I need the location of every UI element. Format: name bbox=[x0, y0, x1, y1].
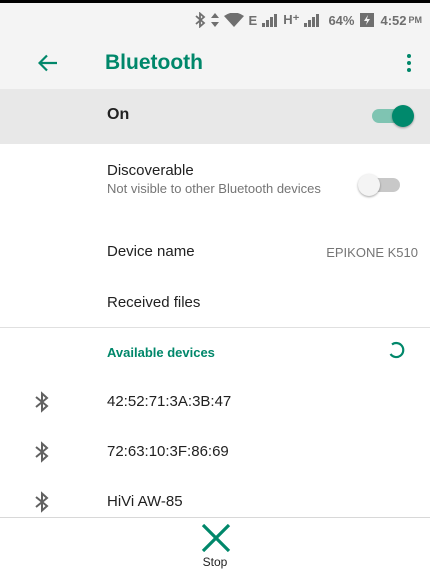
status-time: 4:52 PM bbox=[380, 13, 422, 28]
app-bar: Bluetooth bbox=[0, 37, 430, 89]
signal-icon bbox=[262, 13, 278, 27]
bluetooth-status-icon bbox=[194, 12, 206, 28]
device-row[interactable]: HiVi AW-85 bbox=[0, 477, 430, 527]
discoverable-title: Discoverable bbox=[107, 162, 194, 179]
page-title: Bluetooth bbox=[105, 51, 203, 74]
discoverable-row[interactable]: Discoverable Not visible to other Blueto… bbox=[0, 144, 430, 221]
time-value: 4:52 bbox=[380, 12, 407, 28]
device-name-title: Device name bbox=[107, 243, 195, 260]
bluetooth-icon bbox=[35, 491, 49, 513]
close-icon bbox=[201, 524, 231, 552]
received-files-row[interactable]: Received files bbox=[0, 279, 430, 327]
arrow-left-icon bbox=[38, 54, 57, 72]
device-row[interactable]: 72:63:10:3F:86:69 bbox=[0, 427, 430, 477]
stop-scan-button[interactable]: Stop bbox=[190, 522, 240, 570]
device-name: 42:52:71:3A:3B:47 bbox=[107, 393, 232, 410]
device-name: HiVi AW-85 bbox=[107, 493, 183, 510]
master-switch-label: On bbox=[107, 106, 130, 123]
battery-charging-icon bbox=[359, 12, 375, 28]
received-files-title: Received files bbox=[107, 294, 201, 311]
bluetooth-master-switch-row[interactable]: On bbox=[0, 89, 430, 144]
device-name: 72:63:10:3F:86:69 bbox=[107, 443, 229, 460]
status-bar: E H⁺ 64% 4:52 PM bbox=[0, 3, 430, 37]
wifi-icon bbox=[223, 13, 244, 27]
network-type-h: H⁺ bbox=[283, 12, 300, 27]
device-name-row[interactable]: Device name EPIKONE K510 bbox=[0, 221, 430, 279]
time-ampm: PM bbox=[408, 15, 423, 25]
discoverable-toggle[interactable] bbox=[358, 174, 404, 196]
network-type-e: E bbox=[248, 12, 258, 28]
device-row[interactable]: 42:52:71:3A:3B:47 bbox=[0, 377, 430, 427]
stop-label: Stop bbox=[202, 555, 228, 569]
device-name-value: EPIKONE K510 bbox=[326, 245, 418, 260]
battery-percent: 64% bbox=[328, 12, 355, 28]
bluetooth-icon bbox=[35, 441, 49, 463]
data-arrows-icon bbox=[210, 13, 219, 27]
bluetooth-toggle[interactable] bbox=[368, 105, 414, 127]
bottom-divider bbox=[0, 517, 430, 518]
available-devices-header: Available devices bbox=[107, 345, 215, 360]
section-divider bbox=[0, 327, 430, 328]
bluetooth-icon bbox=[35, 391, 49, 413]
more-vert-icon bbox=[407, 54, 411, 58]
overflow-menu-button[interactable] bbox=[402, 49, 416, 77]
discoverable-subtitle: Not visible to other Bluetooth devices bbox=[107, 181, 321, 196]
scanning-progress-icon bbox=[389, 341, 405, 359]
back-button[interactable] bbox=[22, 37, 74, 89]
signal-icon bbox=[304, 13, 320, 27]
